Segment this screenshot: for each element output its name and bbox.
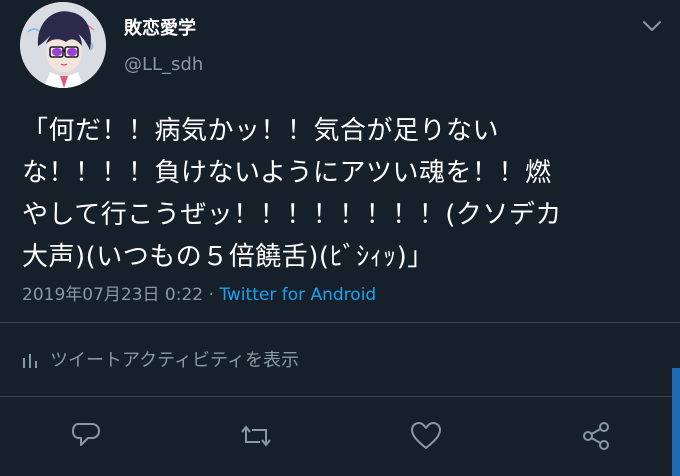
tweet-meta: 2019年07月23日 0:22 · Twitter for Android [22, 280, 376, 305]
user-handle[interactable]: @LL_sdh [124, 54, 203, 75]
display-name[interactable]: 敗恋愛学 [124, 14, 196, 40]
bar-chart-icon [23, 354, 37, 368]
tweet-source-link[interactable]: Twitter for Android [219, 285, 376, 305]
activity-label: ツイートアクティビティを表示 [50, 350, 299, 371]
chevron-down-icon[interactable] [640, 14, 664, 38]
avatar[interactable] [20, 2, 106, 88]
divider-top [0, 322, 680, 323]
heart-icon[interactable] [410, 420, 442, 452]
tweet-text: 「何だ！！病気かッ！！気合が足りない な！！！！負けないようにアツい魂を！！燃 … [22, 116, 562, 272]
retweet-icon[interactable] [240, 420, 272, 452]
avatar-image [20, 2, 106, 88]
divider-bottom [0, 396, 680, 397]
scrollbar[interactable] [672, 368, 680, 476]
action-bar [0, 420, 680, 452]
tweet-timestamp[interactable]: 2019年07月23日 0:22 [22, 285, 203, 305]
meta-separator: · [203, 285, 220, 305]
share-icon[interactable] [580, 420, 612, 452]
tweet-detail: 敗恋愛学 @LL_sdh 「何だ！！病気かッ！！気合が足りない な！！！！負けな… [0, 0, 680, 476]
tweet-activity-link[interactable]: ツイートアクティビティを表示 [22, 346, 299, 372]
reply-icon[interactable] [70, 420, 102, 452]
